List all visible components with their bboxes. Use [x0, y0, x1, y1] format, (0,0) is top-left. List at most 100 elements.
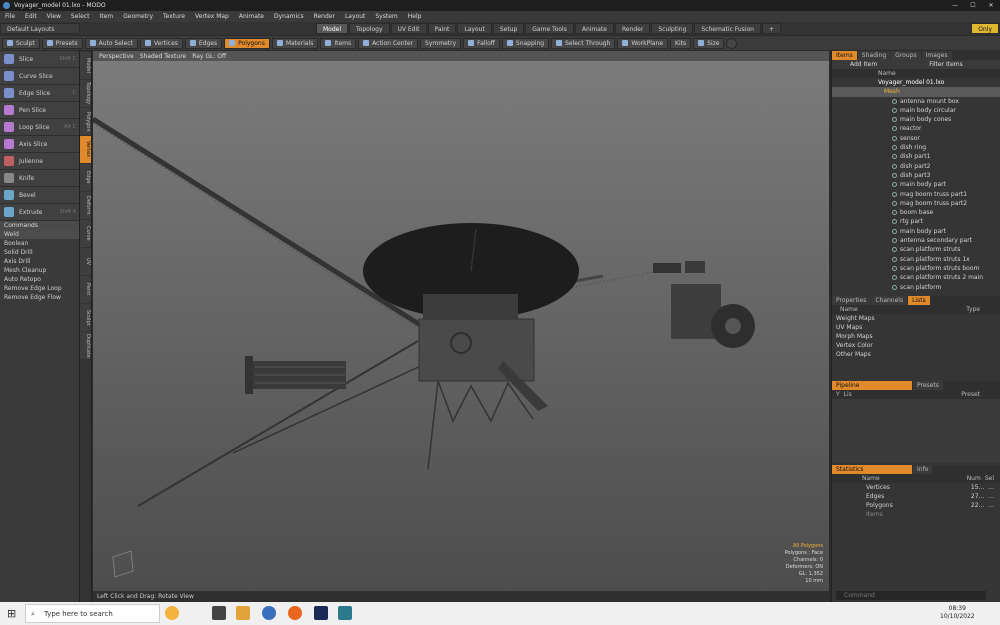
mesh-child-item[interactable]: mag boom truss part2: [832, 199, 1000, 208]
tab-layout[interactable]: Layout: [457, 23, 492, 34]
select-through-button[interactable]: Select Through: [551, 37, 616, 49]
bevel-tool[interactable]: Bevel: [0, 187, 79, 204]
list-uv-maps[interactable]: UV Maps: [832, 323, 1000, 332]
weld-dropdown[interactable]: Weld: [0, 230, 79, 239]
menu-layout[interactable]: Layout: [340, 13, 370, 20]
add-tab-button[interactable]: +: [761, 23, 781, 34]
menu-system[interactable]: System: [370, 13, 402, 20]
3d-viewport[interactable]: Perspective Shaded Texture Ray GL: Off A…: [93, 51, 829, 591]
settings-gear-icon[interactable]: [726, 37, 738, 49]
materials-mode-button[interactable]: Materials: [271, 37, 319, 49]
list-other-maps[interactable]: Other Maps: [832, 350, 1000, 359]
stat-row-polygons[interactable]: Polygons 22......: [832, 501, 1000, 510]
sculpt-button[interactable]: Sculpt: [2, 37, 40, 49]
menu-geometry[interactable]: Geometry: [118, 13, 158, 20]
modo-taskbar-icon[interactable]: [338, 606, 352, 620]
mesh-child-item[interactable]: scan platform struts boom: [832, 264, 1000, 273]
stat-row-vertices[interactable]: Vertices 15......: [832, 483, 1000, 492]
mesh-child-item[interactable]: antenna mount box: [832, 97, 1000, 106]
julienne-tool[interactable]: Julienne: [0, 153, 79, 170]
mesh-child-item[interactable]: sensor: [832, 134, 1000, 143]
remove-edge-flow-command[interactable]: Remove Edge Flow: [0, 293, 79, 302]
size-button[interactable]: Size: [693, 37, 725, 49]
tab-items[interactable]: Items: [832, 51, 857, 60]
mesh-child-item[interactable]: main body part: [832, 180, 1000, 189]
mesh-child-item[interactable]: mag boom truss part1: [832, 190, 1000, 199]
axis-slice-tool[interactable]: Axis Slice: [0, 136, 79, 153]
vtab-sculpt[interactable]: Sculpt: [80, 304, 91, 331]
menu-file[interactable]: File: [0, 13, 20, 20]
vtab-duplicate[interactable]: Duplicate: [80, 332, 91, 359]
tab-shading[interactable]: Shading: [857, 51, 891, 60]
tab-paint[interactable]: Paint: [427, 23, 457, 34]
snapping-button[interactable]: Snapping: [501, 37, 550, 49]
tab-render[interactable]: Render: [614, 23, 651, 34]
vtab-polygon[interactable]: Polygon: [80, 108, 91, 135]
menu-item[interactable]: Item: [94, 13, 118, 20]
auto-select-button[interactable]: Auto Select: [84, 37, 138, 49]
mesh-child-item[interactable]: scan platform struts: [832, 245, 1000, 254]
mesh-child-item[interactable]: reactor: [832, 124, 1000, 133]
system-clock[interactable]: 08:39 10/10/2022: [940, 605, 975, 621]
auto-retopo-command[interactable]: Auto Retopo: [0, 275, 79, 284]
file-explorer-icon[interactable]: [236, 606, 250, 620]
tab-uv-edit[interactable]: UV Edit: [390, 23, 427, 34]
mesh-child-item[interactable]: main body cones: [832, 115, 1000, 124]
extrude-tool[interactable]: Extrude Shift X: [0, 204, 79, 221]
tab-lists[interactable]: Lists: [908, 295, 930, 305]
commands-header[interactable]: Commands: [0, 221, 79, 230]
vtab-paint[interactable]: Paint: [80, 276, 91, 303]
layout-dropdown[interactable]: Default Layouts: [0, 23, 80, 34]
symmetry-button[interactable]: Symmetry: [420, 37, 462, 49]
mesh-child-item[interactable]: rtg part: [832, 217, 1000, 226]
mesh-child-item[interactable]: main body circular: [832, 106, 1000, 115]
slice-tool[interactable]: Slice Shift C: [0, 51, 79, 68]
edge-slice-tool[interactable]: Edge Slice C: [0, 85, 79, 102]
items-mode-button[interactable]: Items: [320, 37, 357, 49]
tab-statistics[interactable]: Statistics: [832, 464, 912, 474]
tab-channels[interactable]: Channels: [871, 295, 908, 305]
tab-sculpting[interactable]: Sculpting: [651, 23, 694, 34]
list-vertex-color[interactable]: Vertex Color: [832, 341, 1000, 350]
command-input[interactable]: Command: [836, 591, 986, 600]
tab-properties[interactable]: Properties: [832, 295, 871, 305]
vtab-topology[interactable]: Topology: [80, 80, 91, 107]
solid-drill-command[interactable]: Solid Drill: [0, 248, 79, 257]
mesh-child-item[interactable]: antenna secondary part: [832, 236, 1000, 245]
mail-app-icon[interactable]: [262, 606, 276, 620]
tab-schematic-fusion[interactable]: Schematic Fusion: [694, 23, 761, 34]
menu-view[interactable]: View: [42, 13, 66, 20]
mesh-child-item[interactable]: boom base: [832, 208, 1000, 217]
vtab-edge[interactable]: Edge: [80, 164, 91, 191]
menu-animate[interactable]: Animate: [234, 13, 269, 20]
tab-presets[interactable]: Presets: [913, 380, 943, 390]
menu-vertex-map[interactable]: Vertex Map: [190, 13, 234, 20]
menu-edit[interactable]: Edit: [20, 13, 42, 20]
kits-button[interactable]: Kits: [670, 37, 692, 49]
mesh-child-item[interactable]: scan platform struts 1x: [832, 255, 1000, 264]
list-weight-maps[interactable]: Weight Maps: [832, 314, 1000, 323]
vtab-uv[interactable]: UV: [80, 248, 91, 275]
photoshop-icon[interactable]: [314, 606, 328, 620]
task-view-icon[interactable]: [212, 606, 226, 620]
edges-mode-button[interactable]: Edges: [184, 37, 223, 49]
only-button[interactable]: Only: [971, 23, 999, 34]
mesh-child-item[interactable]: main body part: [832, 227, 1000, 236]
menu-select[interactable]: Select: [66, 13, 95, 20]
presets-button[interactable]: Presets: [41, 37, 83, 49]
tab-topology[interactable]: Topology: [349, 23, 390, 34]
taskbar-search[interactable]: ⌕ Type here to search: [25, 604, 160, 623]
menu-texture[interactable]: Texture: [158, 13, 190, 20]
pen-slice-tool[interactable]: Pen Slice: [0, 102, 79, 119]
vtab-vertex[interactable]: Vertex: [80, 136, 91, 163]
mesh-child-item[interactable]: scan platform struts 2 main: [832, 273, 1000, 282]
mesh-child-item[interactable]: dish part2: [832, 162, 1000, 171]
stat-row-items[interactable]: Items: [832, 510, 1000, 519]
close-button[interactable]: ✕: [982, 0, 1000, 11]
vtab-model[interactable]: Model: [80, 52, 91, 79]
stat-row-edges[interactable]: Edges 27......: [832, 492, 1000, 501]
workplane-button[interactable]: WorkPlane: [617, 37, 669, 49]
curve-slice-tool[interactable]: Curve Slice: [0, 68, 79, 85]
tab-pipeline[interactable]: Pipeline: [832, 380, 912, 390]
action-center-button[interactable]: Action Center: [358, 37, 419, 49]
